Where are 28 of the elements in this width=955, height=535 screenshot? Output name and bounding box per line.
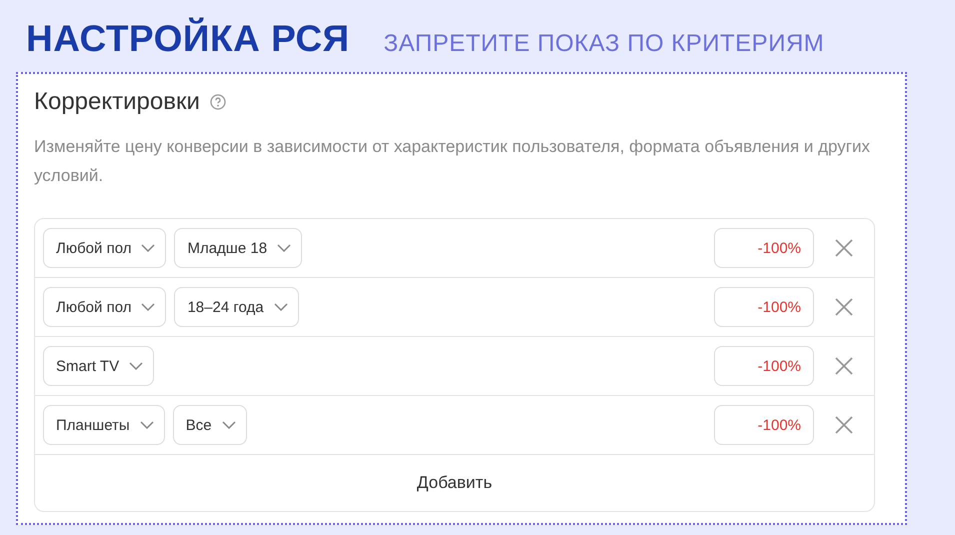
percent-field[interactable]: -100%: [714, 228, 814, 268]
dropdown[interactable]: 18–24 года: [174, 287, 299, 327]
dropdown[interactable]: Планшеты: [43, 405, 165, 445]
dropdown[interactable]: Все: [172, 405, 247, 445]
section-description: Изменяйте цену конверсии в зависимости от характеристик пользователя, формата объявления и других условий.: [34, 136, 871, 187]
dropdown[interactable]: Любой пол: [43, 228, 166, 268]
chevron-down-icon: [141, 244, 156, 252]
chevron-down-icon: [141, 303, 156, 311]
percent-field[interactable]: -100%: [714, 346, 814, 386]
chevron-down-icon: [277, 244, 292, 252]
chevron-down-icon: [222, 421, 236, 429]
page-subtitle: ЗАПРЕТИТЕ ПОКАЗ ПО КРИТЕРИЯМ: [384, 30, 824, 58]
close-icon: [834, 297, 854, 317]
add-button[interactable]: Добавить: [35, 455, 874, 511]
close-icon: [834, 238, 854, 258]
section-title: Корректировки: [34, 88, 200, 116]
chevron-down-icon: [140, 421, 154, 429]
close-icon: [834, 415, 854, 435]
chevron-down-icon: [274, 303, 288, 311]
close-icon: [834, 356, 854, 376]
dropdown[interactable]: Младше 18: [174, 228, 302, 268]
percent-field[interactable]: -100%: [714, 405, 814, 445]
help-icon[interactable]: [210, 94, 226, 110]
page-title: НАСТРОЙКА РСЯ: [26, 18, 350, 60]
chevron-down-icon: [129, 362, 144, 370]
dropdown[interactable]: Smart TV: [43, 346, 154, 386]
percent-field[interactable]: -100%: [714, 287, 814, 327]
dropdown[interactable]: Любой пол: [43, 287, 166, 327]
